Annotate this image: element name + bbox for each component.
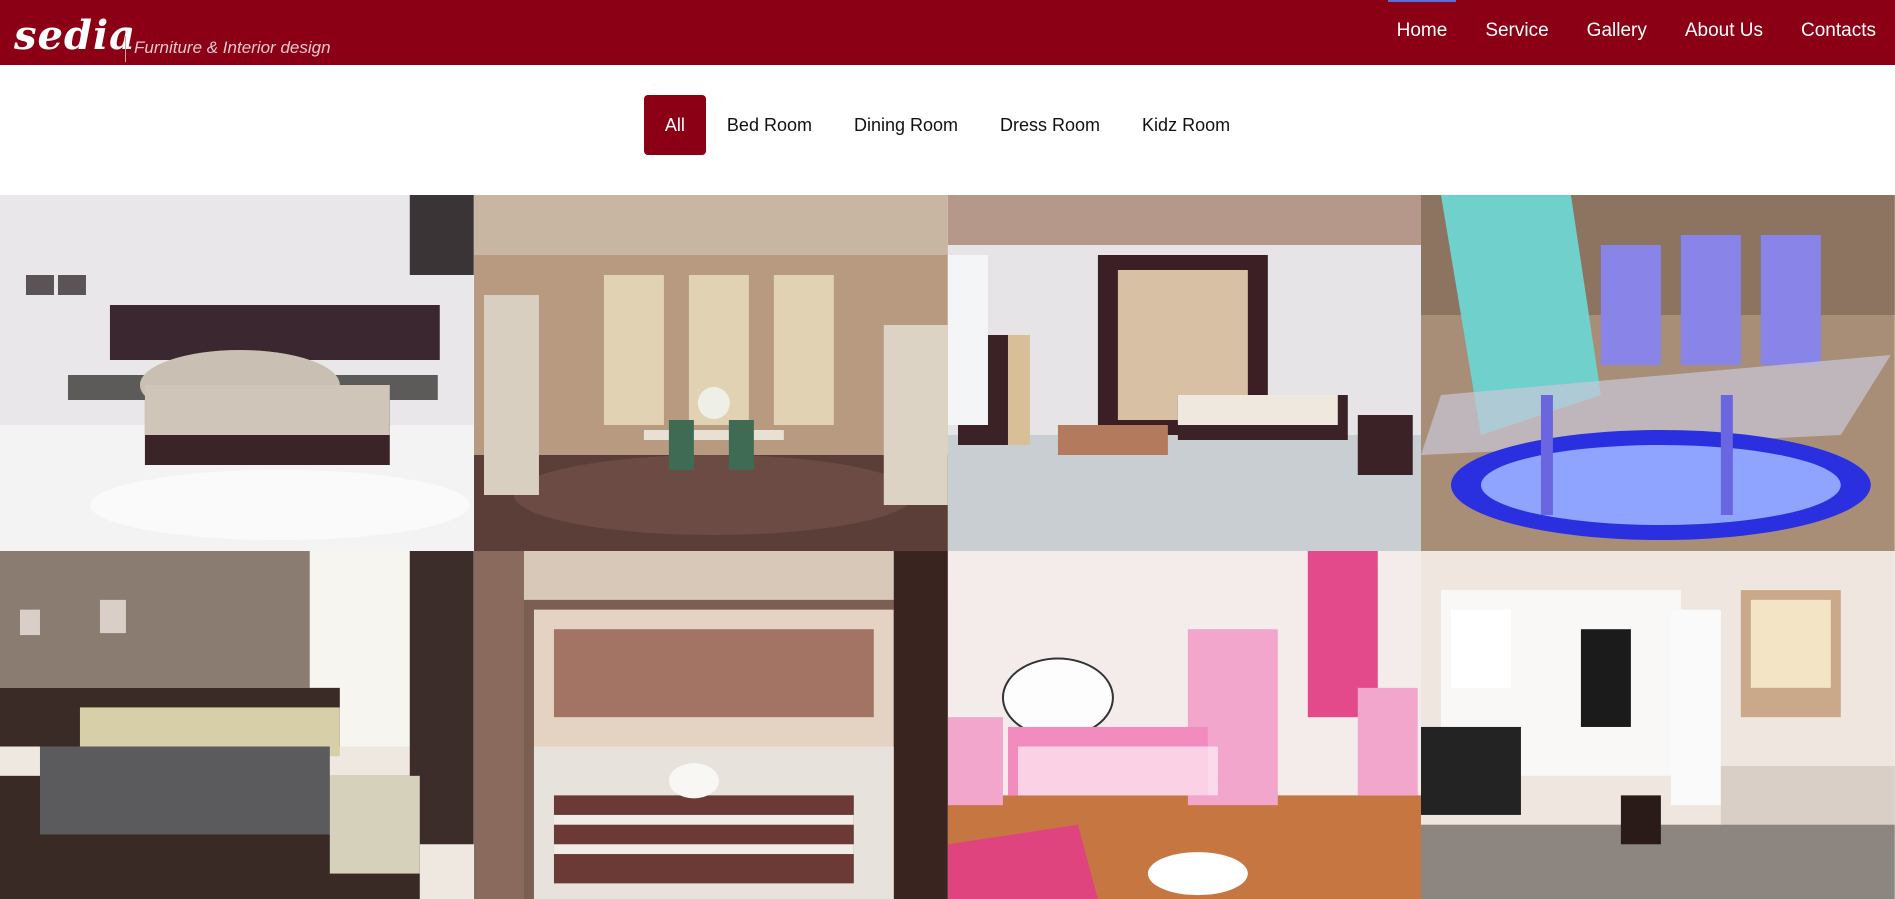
gallery-grid: [0, 195, 1895, 899]
logo-tagline: Furniture & Interior design: [134, 38, 331, 57]
filter-dress-room[interactable]: Dress Room: [979, 95, 1121, 155]
main-nav: Home Service Gallery About Us Contacts: [1378, 0, 1895, 65]
gallery-filter-bar: All Bed Room Dining Room Dress Room Kidz…: [0, 95, 1895, 155]
gallery-photo-bedroom-wardrobe[interactable]: [947, 195, 1422, 551]
logo-divider: [125, 36, 126, 62]
filter-dining-room[interactable]: Dining Room: [833, 95, 979, 155]
gallery-photo-dress-room[interactable]: [1421, 551, 1895, 899]
gallery-photo-kids-room[interactable]: [947, 551, 1422, 899]
gallery-photo-bedroom-modern[interactable]: [0, 551, 474, 899]
filter-bed-room[interactable]: Bed Room: [706, 95, 833, 155]
gallery-photo-dining-classic[interactable]: [473, 195, 948, 551]
filter-kidz-room[interactable]: Kidz Room: [1121, 95, 1251, 155]
nav-contacts[interactable]: Contacts: [1782, 0, 1895, 65]
logo-wordmark: sedia: [14, 12, 137, 59]
gallery-photo-bedroom-white[interactable]: [0, 195, 474, 551]
filter-all[interactable]: All: [643, 95, 706, 155]
site-header: sedia Furniture & Interior design Home S…: [0, 0, 1895, 65]
nav-gallery[interactable]: Gallery: [1568, 0, 1666, 65]
nav-home[interactable]: Home: [1378, 0, 1467, 65]
nav-service[interactable]: Service: [1466, 0, 1567, 65]
gallery-photo-walk-in-closet[interactable]: [473, 551, 948, 899]
nav-about-us[interactable]: About Us: [1666, 0, 1782, 65]
gallery-photo-dining-glass-led[interactable]: [1421, 195, 1895, 551]
